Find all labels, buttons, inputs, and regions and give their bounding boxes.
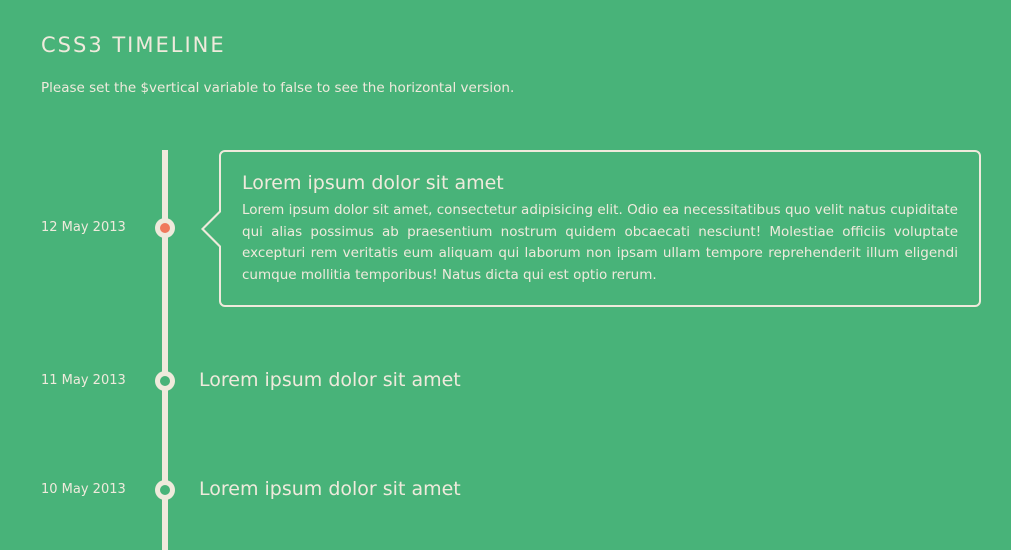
timeline-dot[interactable]: [155, 480, 175, 500]
event-card: Lorem ipsum dolor sit amet Lorem ipsum d…: [201, 150, 981, 307]
event-date: 11 May 2013: [41, 373, 126, 388]
timeline-dot-active[interactable]: [155, 218, 175, 238]
event-body: Lorem ipsum dolor sit amet, consectetur …: [242, 202, 958, 283]
event-date: 10 May 2013: [41, 482, 126, 497]
page-subtitle: Please set the $vertical variable to fal…: [41, 80, 515, 96]
event-title: Lorem ipsum dolor sit amet: [242, 172, 504, 194]
event-title[interactable]: Lorem ipsum dolor sit amet: [199, 369, 461, 391]
page-title: CSS3 Timeline: [41, 33, 226, 57]
event-title[interactable]: Lorem ipsum dolor sit amet: [199, 478, 461, 500]
card-arrow: [201, 210, 221, 248]
timeline-dot[interactable]: [155, 371, 175, 391]
event-date: 12 May 2013: [41, 220, 126, 235]
